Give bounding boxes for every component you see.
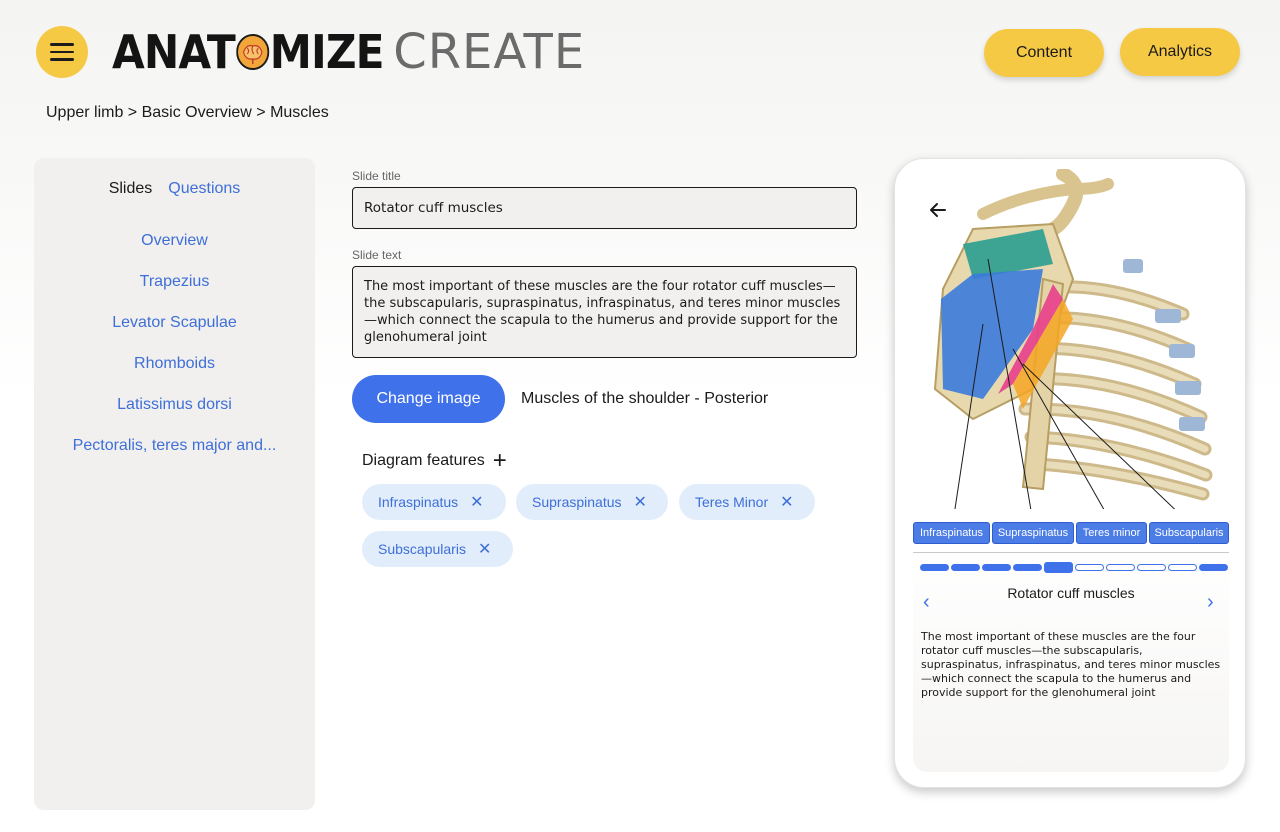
hamburger-icon-line xyxy=(50,43,74,46)
progress-dot[interactable] xyxy=(1168,564,1197,571)
sidebar-tabs: Slides Questions xyxy=(34,180,315,198)
preview-screen: Infraspinatus Supraspinatus Teres minor … xyxy=(913,169,1229,772)
feature-chip-label: Subscapularis xyxy=(378,541,466,557)
progress-dot[interactable] xyxy=(1013,564,1042,571)
feature-chip-label: Infraspinatus xyxy=(378,494,459,510)
brain-icon xyxy=(235,34,269,70)
breadcrumb: Upper limb > Basic Overview > Muscles xyxy=(46,104,329,121)
preview-divider xyxy=(913,552,1229,553)
feature-chip[interactable]: Supraspinatus ✕ xyxy=(516,484,668,520)
logo-text-part2: MIZE xyxy=(269,25,385,79)
feature-chip-label: Supraspinatus xyxy=(532,494,622,510)
progress-dot[interactable] xyxy=(982,564,1011,571)
progress-dot[interactable] xyxy=(951,564,980,571)
tab-slides[interactable]: Slides xyxy=(109,180,153,198)
hamburger-icon-line xyxy=(50,58,74,61)
close-icon[interactable]: ✕ xyxy=(780,492,793,512)
slide-item-pectoralis[interactable]: Pectoralis, teres major and... xyxy=(34,437,315,478)
change-image-button[interactable]: Change image xyxy=(352,375,505,423)
diagram-features-header: Diagram features + xyxy=(362,449,507,473)
analytics-button[interactable]: Analytics xyxy=(1120,28,1240,76)
slide-text-label: Slide text xyxy=(352,248,402,262)
slide-list: Overview Trapezius Levator Scapulae Rhom… xyxy=(34,232,315,478)
close-icon[interactable]: ✕ xyxy=(634,492,647,512)
menu-button[interactable] xyxy=(36,26,88,78)
feature-chip[interactable]: Teres Minor ✕ xyxy=(679,484,815,520)
close-icon[interactable]: ✕ xyxy=(470,492,483,512)
logo-text-create: CREATE xyxy=(393,24,586,80)
progress-dot[interactable] xyxy=(920,564,949,571)
slide-text-input[interactable]: The most important of these muscles are … xyxy=(352,266,857,358)
progress-dot[interactable] xyxy=(1044,562,1073,573)
slide-item-latissimus-dorsi[interactable]: Latissimus dorsi xyxy=(34,396,315,437)
preview-tag[interactable]: Teres minor xyxy=(1076,522,1147,544)
logo-text-part1: ANAT xyxy=(112,25,236,79)
add-feature-icon[interactable]: + xyxy=(493,449,507,473)
slide-item-trapezius[interactable]: Trapezius xyxy=(34,273,315,314)
progress-dot[interactable] xyxy=(1075,564,1104,571)
slide-item-levator-scapulae[interactable]: Levator Scapulae xyxy=(34,314,315,355)
content-button[interactable]: Content xyxy=(984,29,1104,77)
slide-title-label: Slide title xyxy=(352,169,401,183)
feature-chip[interactable]: Subscapularis ✕ xyxy=(362,531,513,567)
app-logo: ANAT MIZE CREATE xyxy=(112,24,586,80)
progress-dot[interactable] xyxy=(1137,564,1166,571)
tab-questions[interactable]: Questions xyxy=(168,180,240,198)
slide-item-rhomboids[interactable]: Rhomboids xyxy=(34,355,315,396)
close-icon[interactable]: ✕ xyxy=(478,539,491,559)
preview-title: Rotator cuff muscles xyxy=(1007,585,1135,601)
slide-title-input[interactable] xyxy=(352,187,857,229)
slide-progress-indicator xyxy=(920,562,1228,573)
slide-item-overview[interactable]: Overview xyxy=(34,232,315,273)
phone-preview: Infraspinatus Supraspinatus Teres minor … xyxy=(894,158,1246,788)
slides-sidebar: Slides Questions Overview Trapezius Leva… xyxy=(34,158,315,810)
preview-tag[interactable]: Supraspinatus xyxy=(992,522,1074,544)
preview-text: The most important of these muscles are … xyxy=(921,630,1221,699)
image-name: Muscles of the shoulder - Posterior xyxy=(521,390,769,407)
diagram-features-label: Diagram features xyxy=(362,452,485,469)
back-arrow-icon[interactable] xyxy=(927,199,949,221)
preview-tag[interactable]: Infraspinatus xyxy=(913,522,990,544)
chevron-right-icon[interactable]: › xyxy=(1207,591,1214,614)
progress-dot[interactable] xyxy=(1106,564,1135,571)
shoulder-anatomy-image xyxy=(933,169,1213,509)
hamburger-icon-line xyxy=(50,50,74,54)
progress-dot[interactable] xyxy=(1199,564,1228,571)
feature-chip[interactable]: Infraspinatus ✕ xyxy=(362,484,506,520)
preview-tag[interactable]: Subscapularis xyxy=(1149,522,1229,544)
feature-chip-label: Teres Minor xyxy=(695,494,769,510)
